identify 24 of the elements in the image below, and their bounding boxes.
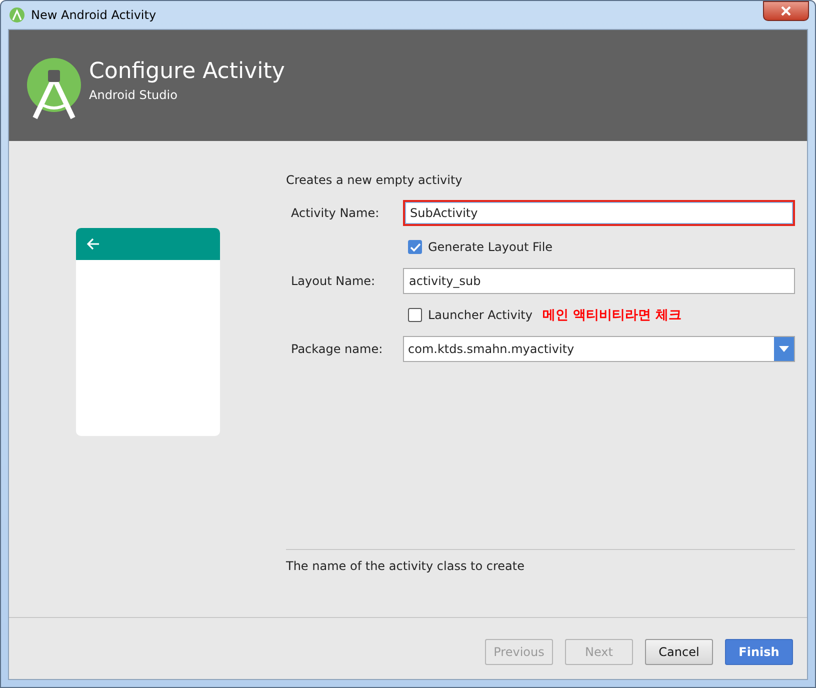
checkbox-label: Launcher Activity bbox=[428, 308, 532, 322]
page-subtitle: Android Studio bbox=[89, 88, 178, 102]
dropdown-caret-icon bbox=[779, 346, 789, 352]
page-title: Configure Activity bbox=[89, 59, 285, 84]
description-text: Creates a new empty activity bbox=[286, 173, 464, 187]
dialog-button[interactable]: Cancel bbox=[645, 638, 713, 664]
android-studio-logo-icon bbox=[27, 58, 81, 120]
checkbox-label: Generate Layout File bbox=[428, 240, 553, 254]
field-label: Layout Name: bbox=[290, 274, 376, 288]
window-title: New Android Activity bbox=[31, 8, 156, 22]
package-dropdown[interactable]: com.ktds.smahn.myactivity bbox=[403, 336, 795, 362]
field-label: Package name: bbox=[290, 342, 384, 356]
dialog-button[interactable]: Finish bbox=[725, 638, 793, 664]
field-label: Activity Name: bbox=[290, 206, 380, 220]
close-icon bbox=[780, 6, 792, 16]
back-arrow-icon bbox=[86, 238, 100, 250]
text-field[interactable]: SubActivity bbox=[403, 200, 795, 226]
close-button[interactable] bbox=[763, 1, 809, 21]
annotation-text: 메인 액티비티라면 체크 bbox=[542, 307, 682, 324]
checkbox[interactable] bbox=[408, 308, 422, 322]
help-text: The name of the activity class to create bbox=[286, 559, 526, 575]
app-logo-icon bbox=[9, 7, 25, 23]
checkbox[interactable] bbox=[408, 240, 422, 254]
text-field[interactable]: activity_sub bbox=[403, 268, 795, 294]
